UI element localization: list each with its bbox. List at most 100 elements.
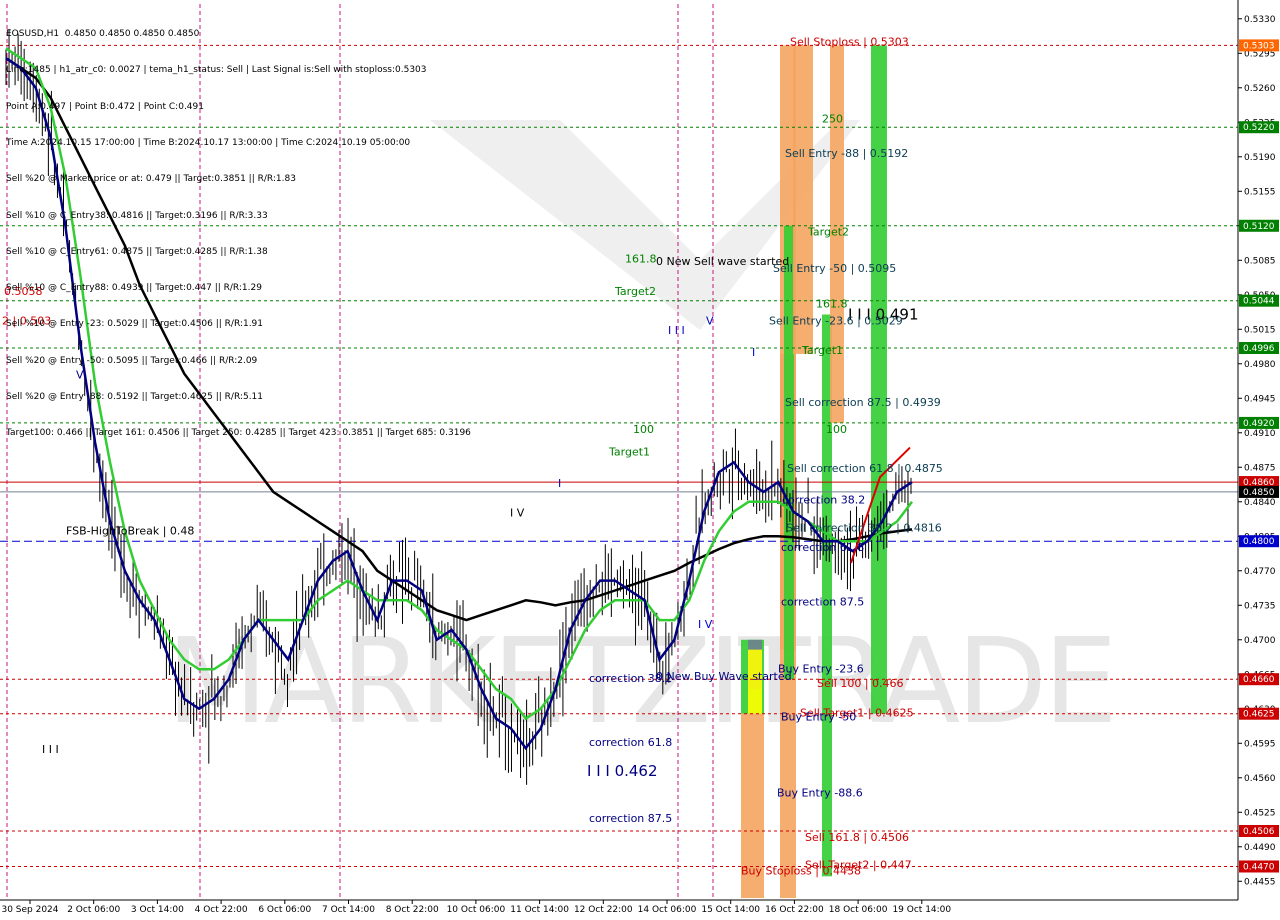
y-tick-label: 0.4490 xyxy=(1244,843,1276,853)
y-tick-label: 0.4910 xyxy=(1244,429,1276,439)
chart-annotation: V xyxy=(706,314,714,327)
price-tag-label: 0.4506 xyxy=(1243,827,1275,837)
chart-annotation: I I I xyxy=(668,324,685,337)
y-tick-label: 0.5155 xyxy=(1244,187,1276,197)
chart-annotation: Sell 100 | 0.466 xyxy=(817,677,904,690)
chart-annotation: I I I xyxy=(42,743,59,756)
x-tick-label: 15 Oct 14:00 xyxy=(701,905,760,915)
y-tick-label: 0.4945 xyxy=(1244,394,1276,404)
price-tag-label: 0.4625 xyxy=(1243,710,1275,720)
info-line: Sell %10 @ C_Entry88: 0.4939 || Target:0… xyxy=(6,283,262,294)
x-tick-label: 14 Oct 06:00 xyxy=(638,905,697,915)
header-info: EOSUSD,H1 0.4850 0.4850 0.4850 0.4850 Li… xyxy=(6,4,471,464)
x-tick-label: 11 Oct 14:00 xyxy=(510,905,569,915)
info-line: Sell %10 @ C_Entry61: 0.4875 || Target:0… xyxy=(6,246,268,257)
chart-annotation: correction 87.5 xyxy=(781,595,864,608)
y-tick-label: 0.4875 xyxy=(1244,463,1276,473)
chart-annotation: Target1 xyxy=(608,445,650,458)
x-tick-label: 16 Oct 22:00 xyxy=(765,905,824,915)
chart-annotation: Buy Stoploss | 0.4438 xyxy=(741,864,861,877)
chart-annotation: 100 xyxy=(826,423,847,436)
info-line: Sell %10 @ C_Entry38: 0.4816 || Target:0… xyxy=(6,210,268,221)
chart-annotation: Sell Entry -50 | 0.5095 xyxy=(773,262,896,275)
x-tick-label: 30 Sep 2024 xyxy=(1,905,58,915)
info-line: Line:1485 | h1_atr_c0: 0.0027 | tema_h1_… xyxy=(6,65,427,76)
chart-annotation: correction 38.2 xyxy=(782,494,865,507)
info-line: Sell %20 @ Entry -88: 0.5192 || Target:0… xyxy=(6,392,264,402)
chart-annotation: Target2 xyxy=(807,226,849,239)
y-tick-label: 0.4595 xyxy=(1244,739,1276,749)
signal-bar xyxy=(784,225,794,680)
price-tag-label: 0.4920 xyxy=(1243,419,1275,429)
chart-annotation: 250 xyxy=(822,112,843,125)
y-tick-label: 0.4840 xyxy=(1244,498,1276,508)
info-line: Point A:0.497 | Point B:0.472 | Point C:… xyxy=(6,101,204,112)
chart-annotation: Buy Entry -88.6 xyxy=(777,787,863,800)
chart-annotation: correction 87.5 xyxy=(589,812,672,825)
chart-annotation: correction 61.8 xyxy=(781,541,864,554)
x-tick-label: 4 Oct 22:00 xyxy=(195,905,248,915)
y-tick-label: 0.5015 xyxy=(1244,325,1276,335)
y-tick-label: 0.5085 xyxy=(1244,256,1276,266)
chart-annotation: I I I 0.462 xyxy=(587,762,658,780)
chart-annotation: I xyxy=(558,477,561,490)
signal-bar xyxy=(871,45,887,714)
price-tag-label: 0.4470 xyxy=(1243,862,1275,872)
y-tick-label: 0.4735 xyxy=(1244,601,1276,611)
chart-annotation: Target1 xyxy=(801,344,843,357)
x-tick-label: 3 Oct 14:00 xyxy=(131,905,184,915)
chart-annotation: Target2 xyxy=(614,285,656,298)
x-tick-label: 6 Oct 06:00 xyxy=(258,905,311,915)
y-tick-label: 0.4770 xyxy=(1244,567,1276,577)
y-tick-label: 0.4455 xyxy=(1244,877,1276,887)
price-tag-label: 0.4800 xyxy=(1243,537,1275,547)
y-tick-label: 0.5190 xyxy=(1244,153,1276,163)
info-line: EOSUSD,H1 0.4850 0.4850 0.4850 0.4850 xyxy=(6,29,200,40)
chart-annotation: 0 New Sell wave started xyxy=(656,255,789,268)
x-tick-label: 8 Oct 22:00 xyxy=(386,905,439,915)
price-tag-label: 0.5303 xyxy=(1243,41,1275,51)
chart-annotation: Sell 161.8 | 0.4506 xyxy=(805,831,909,844)
y-tick-label: 0.4525 xyxy=(1244,808,1276,818)
x-tick-label: 10 Oct 06:00 xyxy=(447,905,506,915)
x-tick-label: 7 Oct 14:00 xyxy=(322,905,375,915)
chart-annotation: Buy Entry -50 xyxy=(781,711,856,724)
x-tick-label: 2 Oct 06:00 xyxy=(67,905,120,915)
chart-annotation: 161.8 xyxy=(625,252,657,265)
chart-annotation: Sell Entry -88 | 0.5192 xyxy=(785,147,908,160)
price-tag-label: 0.5120 xyxy=(1243,222,1275,232)
info-line: Sell %10 @ Entry -23: 0.5029 || Target:0… xyxy=(6,319,264,330)
chart-annotation: I V xyxy=(698,618,713,631)
price-tag-label: 0.4996 xyxy=(1243,344,1275,354)
chart-annotation: 0 New Buy Wave started xyxy=(656,670,792,683)
y-tick-label: 0.4700 xyxy=(1244,636,1276,646)
chart-annotation: 161.8 xyxy=(816,298,848,311)
chart-frame: MARKETZITRADE Sell Stoploss | 0.5303 250 S… xyxy=(0,0,1280,920)
chart-annotation: correction 61.8 xyxy=(589,736,672,749)
price-tag-label: 0.4660 xyxy=(1243,675,1275,685)
chart-annotation: FSB-HighToBreak | 0.48 xyxy=(66,524,194,537)
y-tick-label: 0.4560 xyxy=(1244,774,1276,784)
y-tick-label: 0.5260 xyxy=(1244,84,1276,94)
chart-annotation: Sell Stoploss | 0.5303 xyxy=(790,35,909,48)
x-tick-label: 18 Oct 06:00 xyxy=(829,905,888,915)
signal-bar xyxy=(793,45,813,354)
y-tick-label: 0.4980 xyxy=(1244,360,1276,370)
x-tick-label: 19 Oct 14:00 xyxy=(892,905,951,915)
info-line: Time A:2024.10.15 17:00:00 | Time B:2024… xyxy=(6,138,411,149)
chart-annotation: Sell Entry -23.6 | 0.5029 xyxy=(769,314,903,327)
price-tag-label: 0.5044 xyxy=(1243,297,1275,307)
chart-annotation: Sell correction 87.5 | 0.4939 xyxy=(785,396,941,409)
price-tag-label: 0.5220 xyxy=(1243,123,1275,133)
x-tick-label: 12 Oct 22:00 xyxy=(574,905,633,915)
chart-annotation: Sell correction 38.2 | 0.4816 xyxy=(786,521,942,534)
chart-annotation: I V xyxy=(510,507,525,520)
chart-annotation: Sell correction 61.8 | 0.4875 xyxy=(787,462,943,475)
info-line: Target100: 0.466 || Target 161: 0.4506 |… xyxy=(6,428,471,439)
info-line: Sell %20 @ Entry -50: 0.5095 || Target:0… xyxy=(6,355,258,366)
price-tag-label: 0.4850 xyxy=(1243,488,1275,498)
y-tick-label: 0.5330 xyxy=(1244,15,1276,25)
info-line: Sell %20 @ Market price or at: 0.479 || … xyxy=(6,174,296,185)
chart-annotation: I xyxy=(752,346,755,359)
chart-annotation: 100 xyxy=(633,423,654,436)
